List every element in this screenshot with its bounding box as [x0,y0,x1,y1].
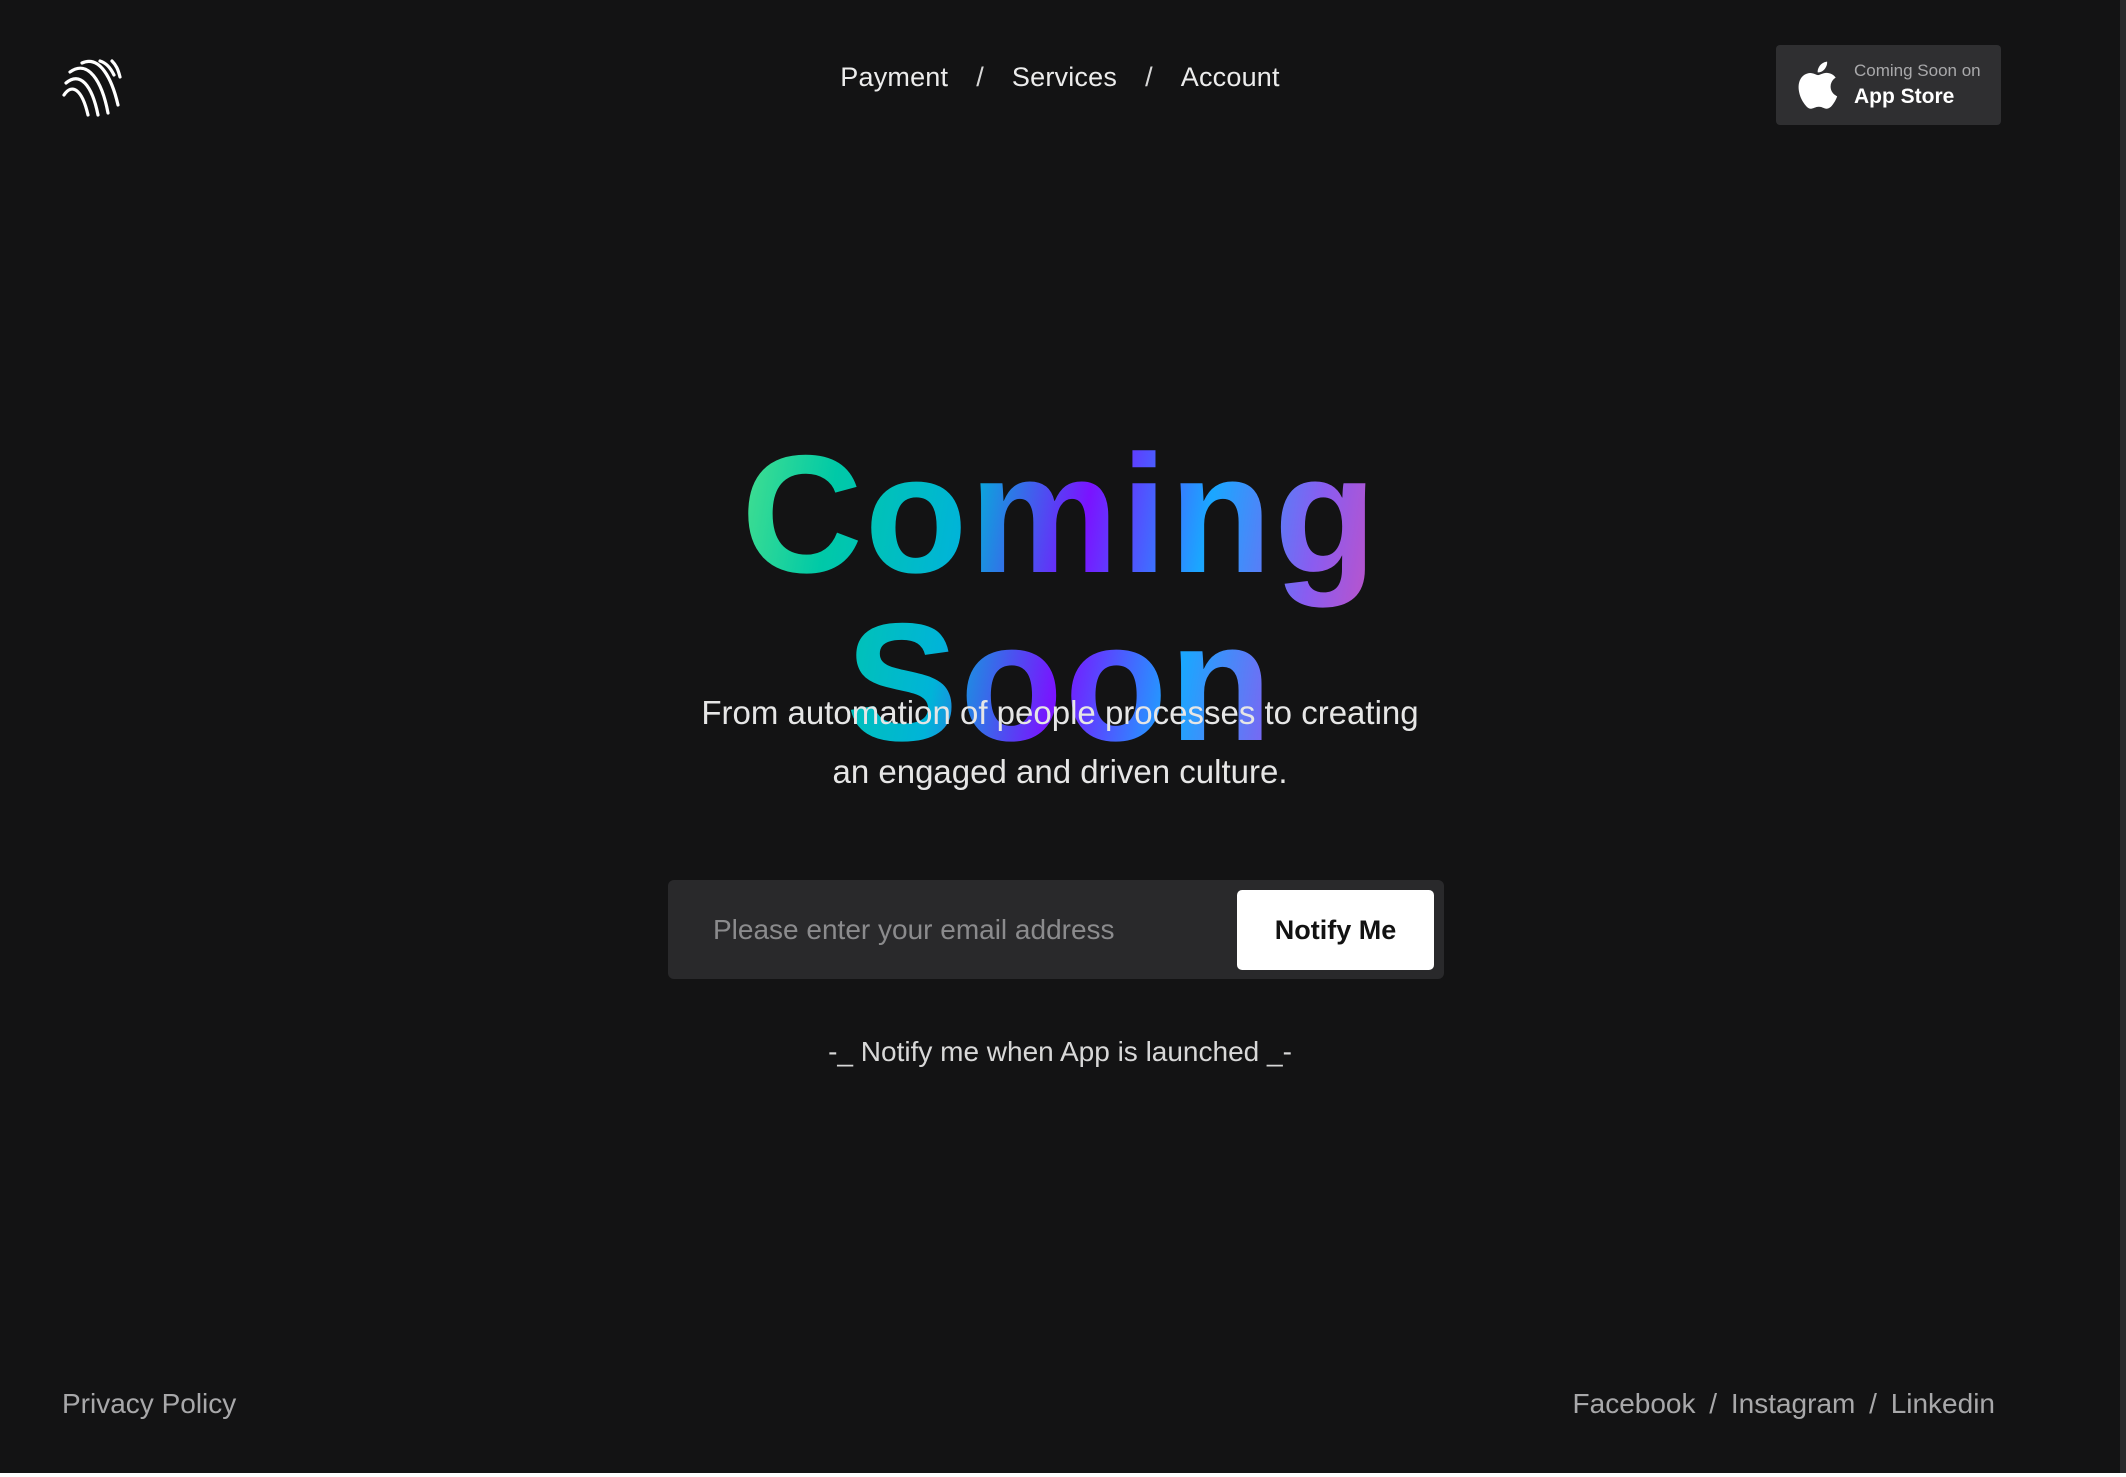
nav-account-link[interactable]: Account [1181,62,1280,93]
nav-separator: / [976,62,984,92]
privacy-policy-link[interactable]: Privacy Policy [62,1388,236,1420]
apple-icon [1796,60,1838,110]
subtitle-line: From automation of people processes to c… [701,694,1419,731]
nav-services-link[interactable]: Services [1012,62,1117,93]
social-separator: / [1869,1388,1877,1419]
notify-hint: -_ Notify me when App is launched _- [828,1036,1292,1067]
social-links: Facebook / Instagram / Linkedin [1573,1388,1995,1420]
subtitle-line: an engaged and driven culture. [832,753,1288,790]
app-store-text: Coming Soon on App Store [1854,61,1981,109]
linkedin-link[interactable]: Linkedin [1891,1388,1995,1419]
email-input[interactable] [668,880,1228,979]
app-store-big-text: App Store [1854,84,1955,108]
nav-payment-link[interactable]: Payment [840,62,948,93]
notify-form: Notify Me [668,880,1444,979]
facebook-link[interactable]: Facebook [1573,1388,1696,1419]
notify-me-button[interactable]: Notify Me [1237,890,1434,970]
social-separator: / [1709,1388,1718,1419]
app-store-small-text: Coming Soon on [1854,61,1981,81]
nav-separator: / [1145,62,1153,92]
scrollbar[interactable] [2120,0,2126,1473]
hero-subtitle: From automation of people processes to c… [0,683,2120,801]
instagram-link[interactable]: Instagram [1731,1388,1856,1419]
page: Payment / Services / Account Coming Soon… [0,0,2120,1473]
app-store-button[interactable]: Coming Soon on App Store [1776,45,2001,125]
